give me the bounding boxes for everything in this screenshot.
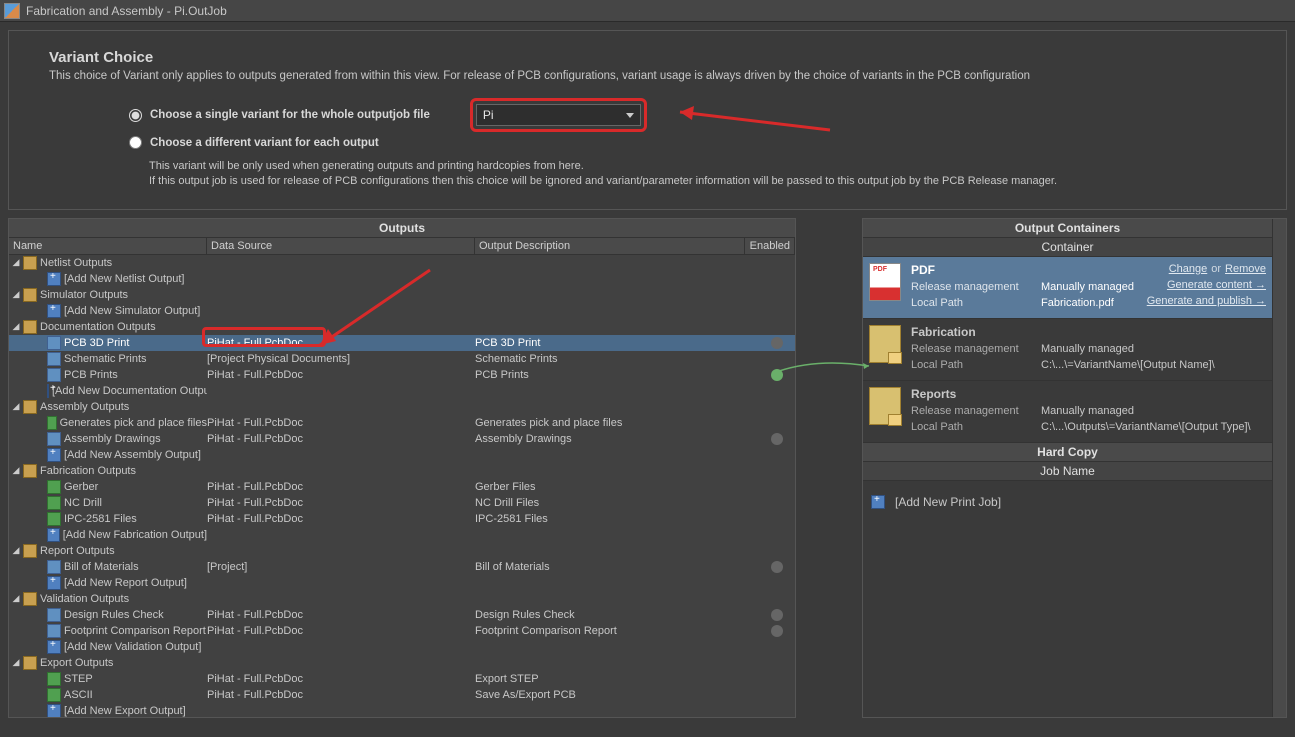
add-output-row[interactable]: [Add New Simulator Output] xyxy=(9,303,795,319)
output-group[interactable]: ◢Simulator Outputs xyxy=(9,287,795,303)
col-data-source[interactable]: Data Source xyxy=(207,238,475,254)
folder-icon xyxy=(869,325,901,363)
col-output-desc[interactable]: Output Description xyxy=(475,238,745,254)
radio-single-label: Choose a single variant for the whole ou… xyxy=(150,109,430,121)
container-card[interactable]: ReportsRelease managementManually manage… xyxy=(863,381,1272,443)
output-group[interactable]: ◢Report Outputs xyxy=(9,543,795,559)
output-item[interactable]: PCB PrintsPiHat - Full.PcbDocPCB Prints xyxy=(9,367,795,383)
variant-select-highlight: Pi xyxy=(470,98,647,132)
variant-desc: This choice of Variant only applies to o… xyxy=(49,70,1246,82)
container-card[interactable]: PDFRelease managementManually managedLoc… xyxy=(863,257,1272,319)
output-item[interactable]: ASCIIPiHat - Full.PcbDocSave As/Export P… xyxy=(9,687,795,703)
output-item[interactable]: GerberPiHat - Full.PcbDocGerber Files xyxy=(9,479,795,495)
app-icon xyxy=(4,3,20,19)
radio-each-variant[interactable] xyxy=(129,136,142,149)
output-group[interactable]: ◢Netlist Outputs xyxy=(9,255,795,271)
output-item[interactable]: Schematic Prints[Project Physical Docume… xyxy=(9,351,795,367)
variant-note-1: This variant will be only used when gene… xyxy=(149,159,1246,174)
output-item[interactable]: Assembly DrawingsPiHat - Full.PcbDocAsse… xyxy=(9,431,795,447)
pdf-icon xyxy=(869,263,901,301)
hardcopy-sub: Job Name xyxy=(863,462,1272,481)
container-list: PDFRelease managementManually managedLoc… xyxy=(863,257,1272,443)
remove-link[interactable]: Remove xyxy=(1225,263,1266,275)
containers-subtitle: Container xyxy=(863,238,1272,257)
chevron-down-icon xyxy=(626,113,634,118)
add-output-row[interactable]: [Add New Documentation Output] xyxy=(9,383,795,399)
variant-dropdown-value: Pi xyxy=(483,108,494,122)
add-output-row[interactable]: [Add New Export Output] xyxy=(9,703,795,717)
titlebar: Fabrication and Assembly - Pi.OutJob xyxy=(0,0,1295,22)
variant-note-2: If this output job is used for release o… xyxy=(149,174,1246,189)
outputs-panel: Outputs Name Data Source Output Descript… xyxy=(8,218,796,718)
outputs-column-headers: Name Data Source Output Description Enab… xyxy=(9,238,795,255)
output-group[interactable]: ◢Validation Outputs xyxy=(9,591,795,607)
radio-each-label: Choose a different variant for each outp… xyxy=(150,137,379,149)
add-output-row[interactable]: [Add New Report Output] xyxy=(9,575,795,591)
generate-publish-link[interactable]: Generate and publish → xyxy=(1147,295,1266,307)
col-enabled[interactable]: Enabled xyxy=(745,238,795,254)
outputs-tree[interactable]: ◢Netlist Outputs[Add New Netlist Output]… xyxy=(9,255,795,717)
window-title: Fabrication and Assembly - Pi.OutJob xyxy=(26,4,227,18)
output-group[interactable]: ◢Assembly Outputs xyxy=(9,399,795,415)
add-print-job-row[interactable]: [Add New Print Job] xyxy=(863,481,1272,523)
variant-choice-panel: Variant Choice This choice of Variant on… xyxy=(8,30,1287,210)
add-output-row[interactable]: [Add New Validation Output] xyxy=(9,639,795,655)
col-name[interactable]: Name xyxy=(9,238,207,254)
output-group[interactable]: ◢Export Outputs xyxy=(9,655,795,671)
generate-content-link[interactable]: Generate content → xyxy=(1167,279,1266,291)
folder-icon xyxy=(869,387,901,425)
output-item[interactable]: NC DrillPiHat - Full.PcbDocNC Drill File… xyxy=(9,495,795,511)
outputs-panel-title: Outputs xyxy=(9,219,795,238)
hardcopy-title: Hard Copy xyxy=(863,443,1272,462)
output-group[interactable]: ◢Documentation Outputs xyxy=(9,319,795,335)
output-item[interactable]: Generates pick and place filesPiHat - Fu… xyxy=(9,415,795,431)
containers-title: Output Containers xyxy=(863,219,1272,238)
containers-scrollbar[interactable] xyxy=(1272,219,1286,717)
radio-single-variant[interactable] xyxy=(129,109,142,122)
output-item[interactable]: Bill of Materials[Project]Bill of Materi… xyxy=(9,559,795,575)
container-actions: ChangeorRemoveGenerate content →Generate… xyxy=(1147,263,1266,312)
container-title: Fabrication xyxy=(911,325,1266,339)
containers-panel: Output Containers Container PDFRelease m… xyxy=(862,218,1287,718)
output-item[interactable]: PCB 3D PrintPiHat - Full.PcbDocPCB 3D Pr… xyxy=(9,335,795,351)
container-title: PDF xyxy=(911,263,1147,277)
add-output-row[interactable]: [Add New Fabrication Output] xyxy=(9,527,795,543)
container-title: Reports xyxy=(911,387,1266,401)
variant-dropdown[interactable]: Pi xyxy=(476,104,641,126)
output-item[interactable]: IPC-2581 FilesPiHat - Full.PcbDocIPC-258… xyxy=(9,511,795,527)
add-output-row[interactable]: [Add New Netlist Output] xyxy=(9,271,795,287)
output-group[interactable]: ◢Fabrication Outputs xyxy=(9,463,795,479)
add-print-job-label: [Add New Print Job] xyxy=(895,495,1001,509)
output-item[interactable]: Design Rules CheckPiHat - Full.PcbDocDes… xyxy=(9,607,795,623)
output-item[interactable]: STEPPiHat - Full.PcbDocExport STEP xyxy=(9,671,795,687)
add-icon xyxy=(871,495,885,509)
add-output-row[interactable]: [Add New Assembly Output] xyxy=(9,447,795,463)
output-item[interactable]: Footprint Comparison ReportPiHat - Full.… xyxy=(9,623,795,639)
change-link[interactable]: Change xyxy=(1169,263,1208,275)
container-card[interactable]: FabricationRelease managementManually ma… xyxy=(863,319,1272,381)
variant-heading: Variant Choice xyxy=(49,49,1246,66)
